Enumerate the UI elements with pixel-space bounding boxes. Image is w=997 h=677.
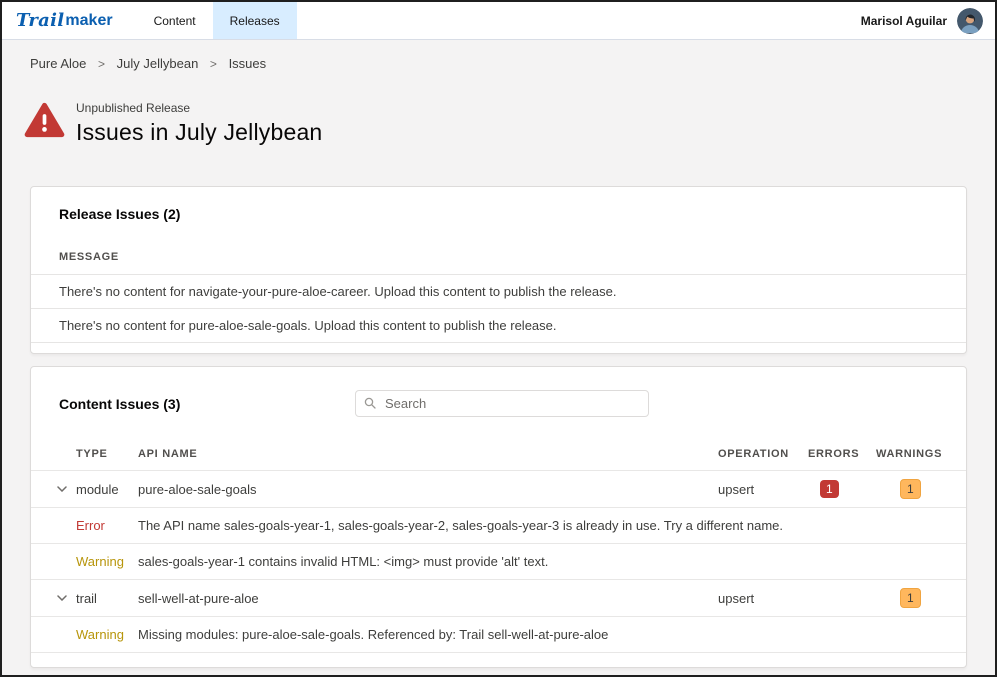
breadcrumb-link-july-jellybean[interactable]: July Jellybean <box>117 56 199 71</box>
breadcrumb-separator-icon: > <box>209 57 217 71</box>
search-icon <box>364 397 376 409</box>
avatar-image <box>957 7 983 34</box>
issue-message-row: There's no content for pure-aloe-sale-go… <box>31 309 966 343</box>
warning-triangle-icon <box>24 102 65 138</box>
detail-row: Warning Missing modules: pure-aloe-sale-… <box>31 617 966 653</box>
chevron-down-icon[interactable] <box>55 593 69 603</box>
detail-message: sales-goals-year-1 contains invalid HTML… <box>138 554 549 569</box>
search-box <box>355 390 649 417</box>
chevron-down-icon[interactable] <box>55 484 69 494</box>
avatar[interactable] <box>957 7 983 34</box>
content-issues-card: Content Issues (3) TYPE API NAME OPERATI… <box>30 366 967 668</box>
trailmaker-logo: Trail maker <box>16 2 113 39</box>
user-menu: Marisol Aguilar <box>861 2 995 39</box>
table-row[interactable]: trail sell-well-at-pure-aloe upsert 1 <box>31 580 966 617</box>
message-column-header: MESSAGE <box>31 243 966 275</box>
column-header-type: TYPE <box>76 447 108 460</box>
column-header-api-name: API NAME <box>138 447 198 460</box>
row-operation: upsert <box>718 590 755 606</box>
detail-row: Warning sales-goals-year-1 contains inva… <box>31 544 966 580</box>
column-header-warnings: WARNINGS <box>876 447 943 460</box>
tab-content[interactable]: Content <box>137 2 213 39</box>
user-name: Marisol Aguilar <box>860 13 947 28</box>
release-issues-title: Release Issues (2) <box>59 206 181 222</box>
search-input[interactable] <box>355 390 649 417</box>
detail-kind-error: Error <box>76 518 105 533</box>
tab-releases[interactable]: Releases <box>212 2 297 39</box>
row-api-name: sell-well-at-pure-aloe <box>138 590 259 606</box>
page-header-text: Unpublished Release Issues in July Jelly… <box>76 99 322 146</box>
detail-kind-warning: Warning <box>76 554 124 569</box>
detail-message: Missing modules: pure-aloe-sale-goals. R… <box>138 627 609 642</box>
logo-text-trail: Trail <box>16 10 65 31</box>
logo-text-maker: maker <box>65 11 113 29</box>
top-navigation-bar: Trail maker Content Releases Marisol Agui… <box>2 2 995 40</box>
release-issues-card: Release Issues (2) MESSAGE There's no co… <box>30 186 967 354</box>
warnings-badge: 1 <box>900 479 921 499</box>
column-header-errors: ERRORS <box>808 447 860 460</box>
table-row[interactable]: module pure-aloe-sale-goals upsert 1 1 <box>31 471 966 508</box>
page-eyebrow: Unpublished Release <box>76 101 191 115</box>
breadcrumb-link-pure-aloe[interactable]: Pure Aloe <box>30 56 86 71</box>
table-header: TYPE API NAME OPERATION ERRORS WARNINGS <box>31 437 966 471</box>
detail-row: Error The API name sales-goals-year-1, s… <box>31 508 966 544</box>
content-issues-title: Content Issues (3) <box>59 395 181 412</box>
row-type: module <box>76 481 119 497</box>
row-operation: upsert <box>718 481 755 497</box>
warnings-badge: 1 <box>900 588 921 608</box>
row-type: trail <box>76 590 97 606</box>
detail-kind-warning: Warning <box>76 627 124 642</box>
page-header: Unpublished Release Issues in July Jelly… <box>24 99 967 146</box>
primary-nav: Content Releases <box>137 2 297 39</box>
errors-badge: 1 <box>820 480 839 498</box>
breadcrumb-separator-icon: > <box>98 57 106 71</box>
detail-message: The API name sales-goals-year-1, sales-g… <box>138 518 783 533</box>
issue-message-row: There's no content for navigate-your-pur… <box>31 275 966 309</box>
breadcrumb-current-issues: Issues <box>228 56 267 71</box>
row-api-name: pure-aloe-sale-goals <box>138 481 257 497</box>
page-title: Issues in July Jellybean <box>76 119 323 145</box>
breadcrumb: Pure Aloe > July Jellybean > Issues <box>2 40 995 71</box>
app-window: Trail maker Content Releases Marisol Agui… <box>0 0 997 677</box>
column-header-operation: OPERATION <box>718 447 789 460</box>
content-issues-header: Content Issues (3) <box>31 367 966 437</box>
